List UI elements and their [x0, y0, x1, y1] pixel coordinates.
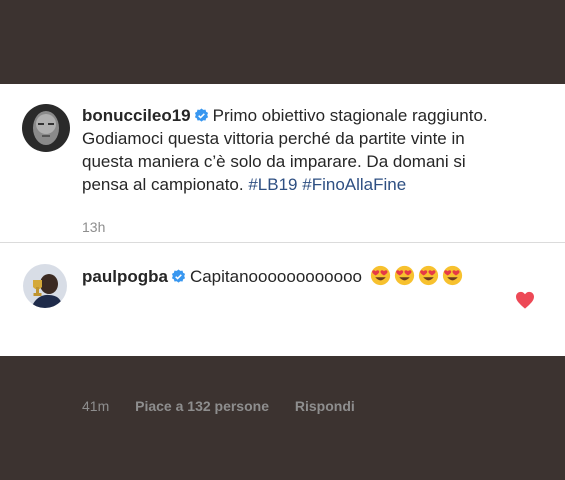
comment-body: paulpogba Capitanoooooooooooo — [82, 265, 502, 288]
verified-badge-icon — [194, 108, 208, 122]
profile-photo-icon — [22, 104, 70, 152]
avatar[interactable] — [22, 104, 70, 152]
comment-text: Capitanoooooooooooo — [189, 267, 363, 286]
likes-count[interactable]: Piace a 132 persone — [135, 398, 269, 414]
heart-filled-icon[interactable] — [515, 291, 535, 309]
heart-eyes-emoji — [370, 265, 390, 286]
comment-body: bonuccileo19 Primo obiettivo stagionale r… — [82, 104, 502, 196]
timestamp[interactable]: 13h — [82, 219, 105, 235]
comments-panel: bonuccileo19 Primo obiettivo stagionale r… — [0, 84, 565, 414]
heart-eyes-emoji — [418, 265, 438, 286]
username[interactable]: bonuccileo19 — [82, 106, 191, 125]
divider — [0, 242, 565, 243]
heart-eyes-emoji — [394, 265, 414, 286]
avatar[interactable] — [23, 264, 67, 308]
hashtag-finoallafine[interactable]: #FinoAllaFine — [302, 175, 406, 194]
hashtag-lb19[interactable]: #LB19 — [248, 175, 297, 194]
comment-meta: 41m Piace a 132 persone Rispondi — [82, 398, 377, 414]
username[interactable]: paulpogba — [82, 267, 168, 286]
emoji-row — [367, 265, 463, 286]
profile-photo-icon — [23, 264, 67, 308]
reply-button[interactable]: Rispondi — [295, 398, 355, 414]
timestamp[interactable]: 41m — [82, 398, 109, 414]
heart-eyes-emoji — [442, 265, 462, 286]
comment-meta: 13h — [82, 219, 127, 235]
verified-badge-icon — [171, 269, 186, 283]
